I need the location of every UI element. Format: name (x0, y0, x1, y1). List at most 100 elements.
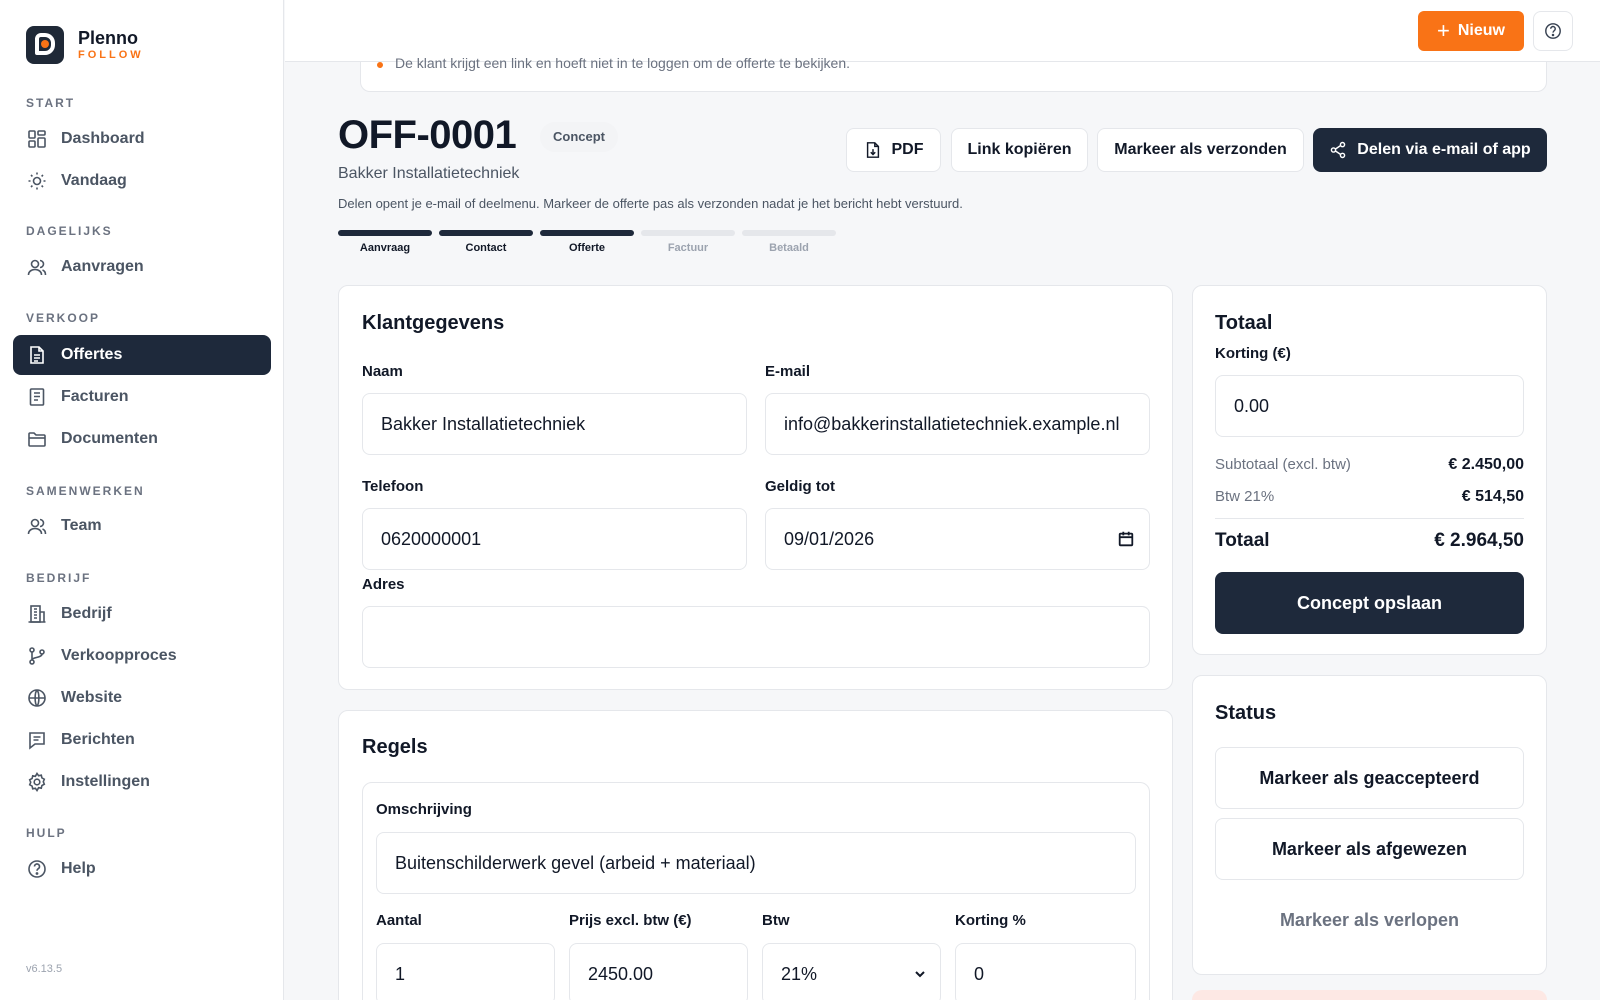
share-icon (1331, 141, 1346, 159)
description-label: Omschrijving (376, 801, 472, 818)
step-betaald: Betaald (742, 230, 836, 254)
nav-section-bedrijf: BEDRIJF (26, 571, 92, 585)
nav-section-hulp: HULP (26, 826, 67, 840)
description-input[interactable]: Buitenschilderwerk gevel (arbeid + mater… (376, 832, 1136, 894)
subtotal-value: € 2.450,00 (1448, 456, 1524, 473)
sidebar-item-instellingen[interactable]: Instellingen (13, 762, 271, 802)
sidebar-item-bedrijf[interactable]: Bedrijf (13, 594, 271, 634)
vat-total-value: € 514,50 (1461, 488, 1524, 505)
totals-card-title: Totaal (1215, 312, 1273, 334)
discount-amount-label: Korting (€) (1215, 345, 1291, 362)
subtotal-row: Subtotaal (excl. btw) € 2.450,00 (1215, 456, 1524, 474)
total-value: € 2.964,50 (1434, 530, 1524, 551)
share-button[interactable]: Delen via e-mail of app (1313, 128, 1547, 172)
plus-icon: + (1437, 18, 1450, 43)
sidebar-item-berichten[interactable]: Berichten (13, 720, 271, 760)
mark-sent-label: Markeer als verzonden (1114, 141, 1287, 158)
name-label: Naam (362, 363, 403, 380)
phone-label: Telefoon (362, 478, 424, 495)
status-badge: Concept (540, 122, 618, 152)
nav-section-verkoop: VERKOOP (26, 311, 101, 325)
copy-link-button[interactable]: Link kopiëren (951, 128, 1088, 172)
team-icon (27, 518, 47, 535)
topbar (285, 0, 1600, 62)
sidebar-item-facturen[interactable]: Facturen (13, 377, 271, 417)
vat-row: Btw 21% € 514,50 (1215, 488, 1524, 506)
quantity-input[interactable]: 1 (376, 943, 555, 1000)
price-label: Prijs excl. btw (€) (569, 912, 692, 929)
dashboard-icon (28, 130, 46, 148)
invoice-icon (29, 388, 45, 406)
new-button[interactable]: + Nieuw (1418, 11, 1524, 51)
users-icon (27, 259, 47, 276)
mark-accepted-button[interactable]: Markeer als geaccepteerd (1215, 747, 1524, 809)
sidebar-item-offertes[interactable]: Offertes (13, 335, 271, 375)
page-title: OFF-0001 (338, 113, 517, 157)
email-label: E-mail (765, 363, 811, 380)
vat-select[interactable]: 21% (762, 943, 941, 1000)
mark-expired-button[interactable]: Markeer als verlopen (1215, 900, 1524, 940)
mark-sent-button[interactable]: Markeer als verzonden (1097, 128, 1304, 172)
name-input[interactable]: Bakker Installatietechniek (362, 393, 747, 455)
copy-link-label: Link kopiëren (967, 141, 1072, 158)
sidebar-item-team[interactable]: Team (13, 506, 271, 546)
sidebar-item-help[interactable]: Help (13, 849, 271, 889)
brand[interactable]: Plenno FOLLOW (26, 26, 144, 64)
lines-card-title: Regels (362, 736, 428, 758)
pdf-button-label: PDF (891, 141, 924, 158)
nav-section-samenwerken: SAMENWERKEN (26, 484, 145, 498)
step-aanvraag: Aanvraag (338, 230, 432, 254)
chevron-down-icon (915, 971, 925, 978)
nav-section-dagelijks: DAGELIJKS (26, 224, 113, 238)
building-icon (28, 605, 46, 623)
sidebar-item-label: Team (61, 517, 102, 534)
message-icon (29, 732, 45, 750)
sidebar-item-label: Instellingen (61, 773, 150, 790)
sidebar-item-label: Aanvragen (61, 258, 144, 275)
totals-divider (1215, 518, 1524, 519)
sidebar-item-label: Help (61, 860, 96, 877)
email-input[interactable]: info@bakkerinstallatietechniek.example.n… (765, 393, 1150, 455)
sidebar-item-label: Documenten (61, 430, 158, 447)
calendar-icon[interactable] (1117, 530, 1135, 548)
share-notice-text: De klant krijgt een link en hoeft niet i… (395, 55, 851, 71)
brand-name: Plenno (78, 28, 139, 48)
quote-company: Bakker Installatietechniek (338, 165, 520, 182)
mark-rejected-button[interactable]: Markeer als afgewezen (1215, 818, 1524, 880)
sidebar-item-label: Dashboard (61, 130, 145, 147)
phone-input[interactable]: 0620000001 (362, 508, 747, 570)
discount-amount-input[interactable]: 0.00 (1215, 375, 1524, 437)
share-notice: De klant krijgt een link en hoeft niet i… (360, 55, 1547, 92)
sidebar-item-label: Bedrijf (61, 605, 112, 622)
vat-total-label: Btw 21% (1215, 488, 1275, 505)
address-input[interactable] (362, 606, 1150, 668)
nav-section-start: START (26, 96, 76, 110)
status-card-title: Status (1215, 702, 1277, 724)
gear-icon (28, 772, 46, 792)
share-hint: Delen opent je e-mail of deelmenu. Marke… (338, 196, 963, 211)
sidebar-item-label: Berichten (61, 731, 135, 748)
question-icon (1545, 23, 1561, 39)
valid-until-input[interactable]: 09/01/2026 (765, 508, 1150, 570)
folder-icon (28, 432, 46, 447)
brand-subtitle: FOLLOW (78, 49, 144, 61)
line-discount-input[interactable]: 0 (955, 943, 1136, 1000)
sidebar-item-verkoopproces[interactable]: Verkoopproces (13, 636, 271, 676)
sidebar-item-label: Verkoopproces (61, 647, 177, 664)
sidebar-item-label: Vandaag (61, 172, 127, 189)
sidebar-item-website[interactable]: Website (13, 678, 271, 718)
pdf-button[interactable]: PDF (846, 128, 941, 172)
sidebar-item-vandaag[interactable]: Vandaag (13, 161, 271, 201)
step-contact: Contact (439, 230, 533, 254)
sidebar-item-aanvragen[interactable]: Aanvragen (13, 247, 271, 287)
step-factuur: Factuur (641, 230, 735, 254)
price-input[interactable]: 2450.00 (569, 943, 748, 1000)
sidebar-item-dashboard[interactable]: Dashboard (13, 119, 271, 159)
help-button[interactable] (1533, 11, 1573, 51)
sidebar-item-label: Website (61, 689, 123, 706)
line-discount-label: Korting % (955, 912, 1026, 929)
total-label: Totaal (1215, 530, 1270, 551)
plenno-logo-icon (26, 26, 64, 64)
save-draft-button[interactable]: Concept opslaan (1215, 572, 1524, 634)
sidebar-item-documenten[interactable]: Documenten (13, 419, 271, 459)
